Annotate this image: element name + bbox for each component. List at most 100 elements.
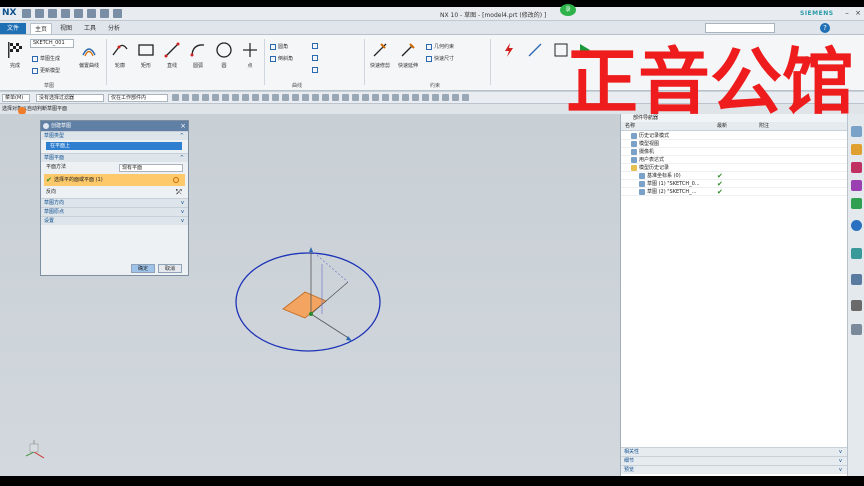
section-settings[interactable]: 设置 v — [41, 216, 188, 225]
sketch-type-select[interactable]: 在平面上 — [46, 142, 182, 150]
panel-preview[interactable]: 预览 v — [621, 465, 848, 474]
copy-icon[interactable] — [74, 9, 83, 18]
more-curve-button-3[interactable] — [312, 67, 318, 73]
snap-icon[interactable] — [222, 94, 229, 101]
web-browser-icon[interactable] — [851, 198, 862, 209]
tree-row[interactable]: 草图 (2) "SKETCH_... ✔ — [621, 188, 848, 196]
role-icon[interactable] — [851, 248, 862, 259]
select-plane-button[interactable]: ✔ 选择平的面或平面 (1) — [44, 174, 185, 186]
tree-row[interactable]: 用户表达式 — [621, 156, 848, 164]
snap-icon[interactable] — [292, 94, 299, 101]
snap-icon[interactable] — [412, 94, 419, 101]
paste-icon[interactable] — [87, 9, 96, 18]
selection-filter-select[interactable]: 没有选择过滤器 — [36, 94, 104, 102]
snap-icon[interactable] — [252, 94, 259, 101]
relation-tool-button[interactable] — [524, 41, 546, 62]
snap-icon[interactable] — [442, 94, 449, 101]
circle-button[interactable]: 圆 — [214, 41, 234, 69]
snap-icon[interactable] — [312, 94, 319, 101]
section-sketch-type[interactable]: 草图类型 ^ — [41, 131, 188, 140]
panel-details[interactable]: 细节 v — [621, 456, 848, 465]
snap-icon[interactable] — [192, 94, 199, 101]
redo-icon[interactable] — [48, 9, 57, 18]
snap-icon[interactable] — [302, 94, 309, 101]
quick-extend-button[interactable]: 快速延伸 — [396, 41, 420, 69]
snap-icon[interactable] — [232, 94, 239, 101]
snap-icon[interactable] — [372, 94, 379, 101]
chamfer-button[interactable]: 倒斜角 — [270, 55, 293, 62]
gear-icon[interactable] — [43, 123, 49, 129]
cancel-button[interactable]: 取消 — [158, 264, 182, 273]
more-curve-button-2[interactable] — [312, 55, 318, 61]
geometric-constraint-button[interactable]: 几何约束 — [426, 43, 454, 50]
finish-button[interactable]: 完成 — [4, 41, 26, 69]
snap-icon[interactable] — [432, 94, 439, 101]
tab-tools[interactable]: 工具 — [80, 23, 100, 34]
selection-scope-select[interactable]: 仅在工作部件内 — [108, 94, 168, 102]
print-icon[interactable] — [100, 9, 109, 18]
tab-file[interactable]: 文件 — [0, 23, 26, 34]
tree-row[interactable]: 模型历史记录 — [621, 164, 848, 172]
process-studio-icon[interactable] — [851, 300, 862, 311]
fillet-button[interactable]: 圆角 — [270, 43, 288, 50]
record-badge[interactable]: 录 — [560, 4, 576, 16]
snap-icon[interactable] — [242, 94, 249, 101]
snap-icon[interactable] — [182, 94, 189, 101]
tree-row[interactable]: 模型视图 — [621, 140, 848, 148]
section-sketch-orientation[interactable]: 草图方向 v — [41, 198, 188, 207]
tree-row[interactable]: 基准坐标系 (0) ✔ — [621, 172, 848, 180]
section-sketch-origin[interactable]: 草图原点 v — [41, 207, 188, 216]
snap-icon[interactable] — [382, 94, 389, 101]
command-search-input[interactable] — [705, 23, 775, 33]
snap-icon[interactable] — [422, 94, 429, 101]
ok-button[interactable]: 确定 — [131, 264, 155, 273]
tree-row[interactable]: 历史记录模式 — [621, 132, 848, 140]
more-curve-button-1[interactable] — [312, 43, 318, 49]
part-navigator-icon[interactable] — [851, 126, 862, 137]
snap-icon[interactable] — [462, 94, 469, 101]
constraint-tool-button[interactable] — [498, 41, 520, 62]
sketch-gen-button[interactable]: 草图生成 — [32, 55, 60, 62]
system-materials-icon[interactable] — [851, 274, 862, 285]
section-sketch-plane[interactable]: 草图平面 ^ — [41, 153, 188, 162]
snap-icon[interactable] — [392, 94, 399, 101]
datum-plane[interactable] — [282, 291, 327, 319]
rectangle-button[interactable]: 矩形 — [136, 41, 156, 69]
snap-icon[interactable] — [322, 94, 329, 101]
reverse-direction-icon[interactable]: ⤱ — [176, 187, 182, 198]
minimize-icon[interactable]: – — [842, 9, 852, 17]
tree-row[interactable]: 草图 (1) "SKETCH_0... ✔ — [621, 180, 848, 188]
profile-button[interactable]: 轮廓 — [110, 41, 130, 69]
panel-dependencies[interactable]: 相关性 v — [621, 447, 848, 456]
cut-icon[interactable] — [61, 9, 70, 18]
window-icon[interactable] — [113, 9, 122, 18]
snap-icon[interactable] — [332, 94, 339, 101]
rapid-dimension-button[interactable]: 快速尺寸 — [426, 55, 454, 62]
tree-row[interactable]: 摄像机 — [621, 148, 848, 156]
constraint-navigator-icon[interactable] — [851, 162, 862, 173]
snap-icon[interactable] — [272, 94, 279, 101]
snap-icon[interactable] — [282, 94, 289, 101]
update-model-button[interactable]: 更新模型 — [32, 67, 60, 74]
help-icon[interactable]: ? — [820, 23, 830, 33]
assembly-navigator-icon[interactable] — [851, 144, 862, 155]
save-icon[interactable] — [22, 9, 31, 18]
settings-icon[interactable] — [851, 324, 862, 335]
plane-method-select[interactable]: 现有平面 — [119, 164, 183, 172]
quick-trim-button[interactable]: 快速修剪 — [368, 41, 392, 69]
snap-icon[interactable] — [352, 94, 359, 101]
close-icon[interactable]: × — [180, 121, 186, 131]
point-button[interactable]: 点 — [240, 41, 260, 69]
snap-icon[interactable] — [202, 94, 209, 101]
sketch-name-select[interactable]: SKETCH_001 — [30, 39, 74, 48]
line-button[interactable]: 直线 — [162, 41, 182, 69]
snap-icon[interactable] — [212, 94, 219, 101]
tab-view[interactable]: 视图 — [56, 23, 76, 34]
tab-home[interactable]: 主页 — [30, 23, 53, 34]
tab-analysis[interactable]: 分析 — [104, 23, 124, 34]
arc-button[interactable]: 圆弧 — [188, 41, 208, 69]
snap-icon[interactable] — [172, 94, 179, 101]
history-icon[interactable] — [851, 220, 862, 231]
snap-icon[interactable] — [452, 94, 459, 101]
reuse-library-icon[interactable] — [851, 180, 862, 191]
